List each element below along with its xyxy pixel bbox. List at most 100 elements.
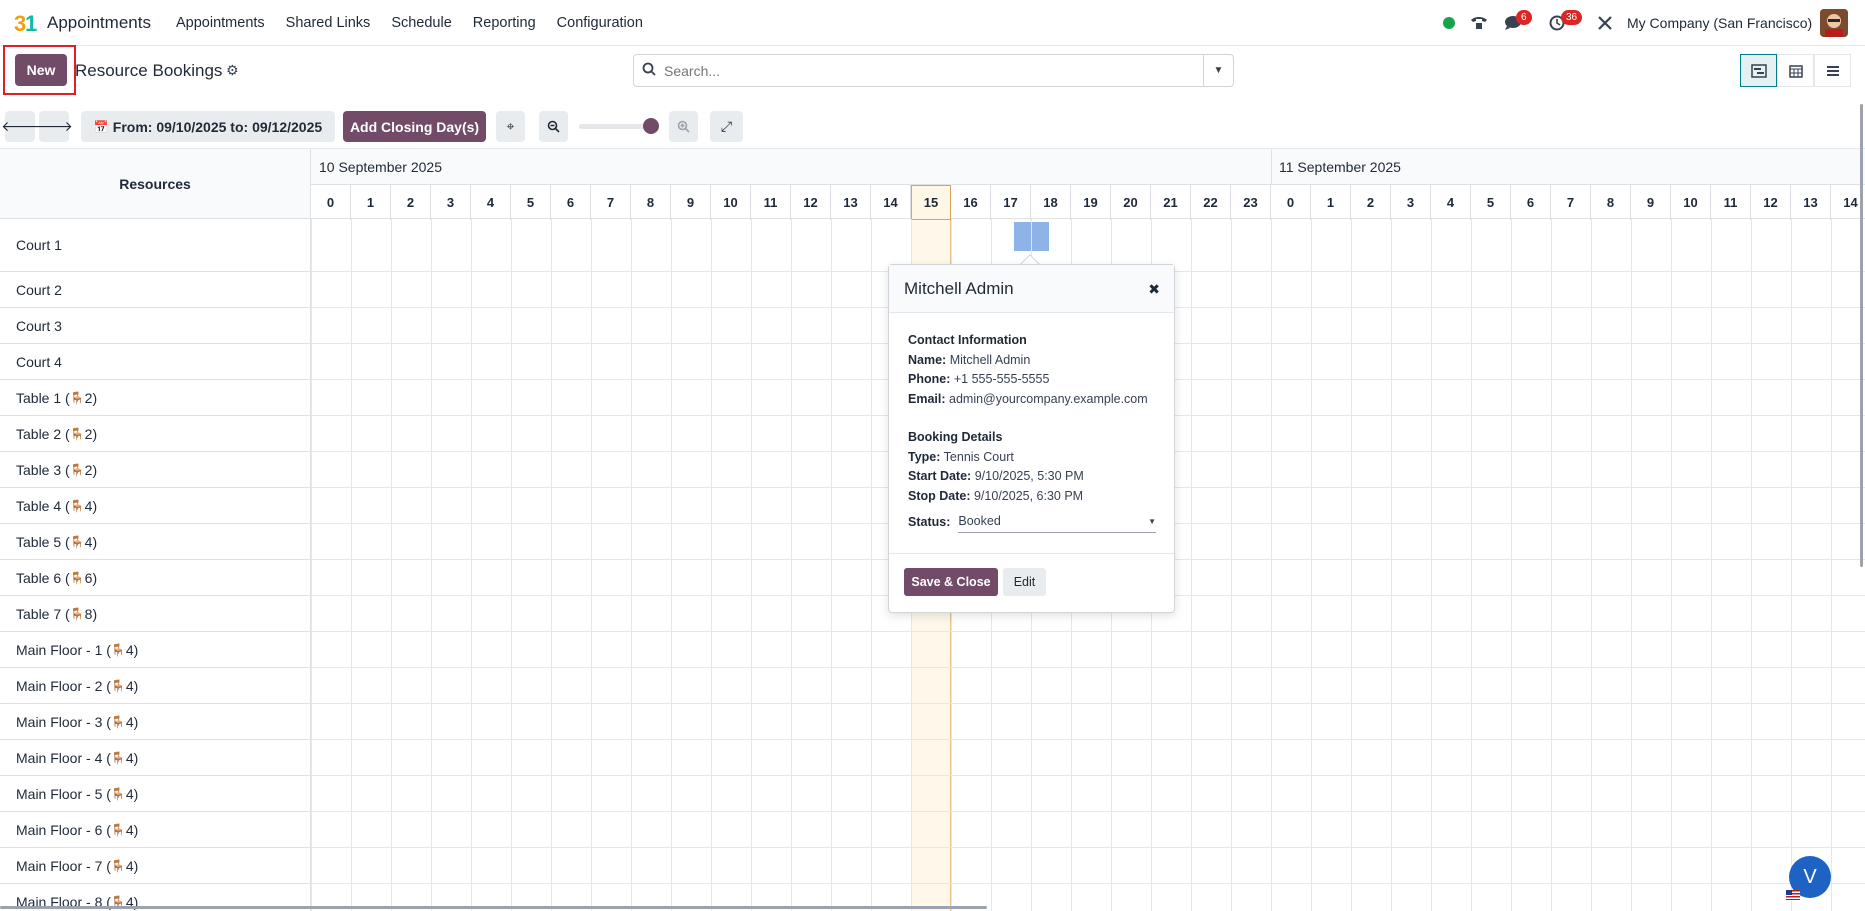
chair-icon: 🪑 <box>110 678 126 693</box>
resource-row-label[interactable]: Main Floor - 5 (🪑 4) <box>0 776 311 812</box>
company-switcher[interactable]: My Company (San Francisco) <box>1627 15 1812 31</box>
search-options-dropdown[interactable]: ▼ <box>1203 55 1233 86</box>
resource-name: Table 5 ( <box>16 533 70 550</box>
view-switcher <box>1740 54 1851 87</box>
list-view-icon[interactable] <box>1814 54 1851 87</box>
menu-configuration[interactable]: Configuration <box>557 15 643 31</box>
resource-row-label[interactable]: Main Floor - 6 (🪑 4) <box>0 812 311 848</box>
resource-row-label[interactable]: Main Floor - 3 (🪑 4) <box>0 704 311 740</box>
resource-row-label[interactable]: Main Floor - 2 (🪑 4) <box>0 668 311 704</box>
new-button[interactable]: New <box>15 54 67 86</box>
grid-column-line <box>1671 219 1672 911</box>
resource-row-label[interactable]: Table 6 (🪑 6) <box>0 560 311 596</box>
hour-cell: 12 <box>791 185 831 220</box>
hour-cell: 9 <box>671 185 711 220</box>
hour-cell: 13 <box>831 185 871 220</box>
hour-cell: 2 <box>391 185 431 220</box>
add-closing-days-button[interactable]: Add Closing Day(s) <box>343 111 486 142</box>
online-status-icon[interactable] <box>1443 17 1455 29</box>
resource-row-label[interactable]: Court 4 <box>0 344 311 380</box>
vertical-scrollbar[interactable] <box>1860 104 1863 567</box>
hour-cell: 5 <box>511 185 551 220</box>
resource-row-label[interactable]: Table 3 (🪑 2) <box>0 452 311 488</box>
grid-column-line <box>1711 219 1712 911</box>
resource-name: Court 1 <box>16 237 62 253</box>
resource-capacity: 4) <box>125 749 139 766</box>
gear-icon[interactable]: ⚙ <box>226 62 239 79</box>
hour-cell: 0 <box>311 185 351 220</box>
gantt-view-icon[interactable] <box>1740 54 1777 87</box>
hour-cell: 10 <box>711 185 751 220</box>
grid-column-line <box>1551 219 1552 911</box>
resource-capacity: 4) <box>125 677 139 694</box>
menu-schedule[interactable]: Schedule <box>391 15 451 31</box>
search-input[interactable] <box>664 62 1203 79</box>
page-title[interactable]: Resource Bookings <box>75 61 222 81</box>
menu-appointments[interactable]: Appointments <box>176 15 265 31</box>
grid-column-line <box>1271 219 1272 911</box>
horizontal-scrollbar[interactable] <box>0 906 987 909</box>
zoom-slider-handle[interactable] <box>643 118 659 134</box>
edit-button[interactable]: Edit <box>1003 568 1046 596</box>
status-value: Booked <box>958 514 1001 528</box>
day-label-1: 10 September 2025 <box>319 159 442 175</box>
hour-cell: 9 <box>1631 185 1671 220</box>
grid-column-line <box>1471 219 1472 911</box>
resource-row-label[interactable]: Court 1 <box>0 219 311 272</box>
date-range-button[interactable]: 📅 From: 09/10/2025 to: 09/12/2025 <box>81 111 335 142</box>
resource-capacity: 4) <box>125 641 139 658</box>
resource-name: Main Floor - 6 ( <box>16 821 111 838</box>
resource-row-label[interactable]: Court 3 <box>0 308 311 344</box>
expand-icon[interactable]: ⤢ <box>710 111 743 142</box>
grid-column-line <box>391 219 392 911</box>
resource-row-label[interactable]: Main Floor - 1 (🪑 4) <box>0 632 311 668</box>
appointments-logo-icon[interactable]: 3 1 <box>14 10 44 36</box>
hour-cell: 23 <box>1231 185 1271 220</box>
hour-cell: 20 <box>1111 185 1151 220</box>
resource-name: Court 2 <box>16 281 62 298</box>
resource-row-label[interactable]: Table 7 (🪑 8) <box>0 596 311 632</box>
close-icon[interactable]: ✖ <box>1148 281 1160 298</box>
resource-row-label[interactable]: Main Floor - 7 (🪑 4) <box>0 848 311 884</box>
calendar-view-icon[interactable] <box>1777 54 1814 87</box>
grid-column-line <box>1631 219 1632 911</box>
resource-row-label[interactable]: Court 2 <box>0 272 311 308</box>
hour-cell: 14 <box>871 185 911 220</box>
status-row: Status: Booked ▼ <box>908 512 1156 533</box>
debug-tools-icon[interactable] <box>1594 12 1616 34</box>
grid-column-line <box>1511 219 1512 911</box>
resource-name: Table 6 ( <box>16 569 70 586</box>
resource-row-label[interactable]: Table 1 (🪑 2) <box>0 380 311 416</box>
resource-capacity: 4) <box>84 533 98 550</box>
hour-cell: 7 <box>1551 185 1591 220</box>
grid-column-line <box>1391 219 1392 911</box>
menu-shared-links[interactable]: Shared Links <box>286 15 371 31</box>
save-close-button[interactable]: Save & Close <box>904 568 998 596</box>
phone-icon[interactable] <box>1468 12 1490 34</box>
next-arrow-icon[interactable]: 🡒 <box>35 111 73 142</box>
chair-icon: 🪑 <box>110 858 126 873</box>
grid-column-line <box>671 219 672 911</box>
resource-row-label[interactable]: Table 2 (🪑 2) <box>0 416 311 452</box>
status-select[interactable]: Booked ▼ <box>958 512 1156 533</box>
resource-row-label[interactable]: Table 4 (🪑 4) <box>0 488 311 524</box>
app-name[interactable]: Appointments <box>47 13 151 33</box>
resource-row-label[interactable]: Table 5 (🪑 4) <box>0 524 311 560</box>
us-flag-icon <box>1786 890 1800 900</box>
chair-icon: 🪑 <box>110 786 126 801</box>
grid-column-line <box>1431 219 1432 911</box>
resource-capacity: 4) <box>125 857 139 874</box>
day-separator <box>1271 149 1272 184</box>
menu-reporting[interactable]: Reporting <box>473 15 536 31</box>
user-avatar[interactable] <box>1820 9 1848 37</box>
focus-crosshair-icon[interactable]: ⌖ <box>496 111 525 142</box>
grid-column-line <box>1791 219 1792 911</box>
zoom-out-icon[interactable] <box>539 111 568 142</box>
hour-cell: 6 <box>1511 185 1551 220</box>
resource-row-label[interactable]: Main Floor - 4 (🪑 4) <box>0 740 311 776</box>
grid-column-line <box>351 219 352 911</box>
previous-arrow-icon[interactable]: 🡐 <box>1 111 39 142</box>
zoom-in-icon[interactable] <box>669 111 698 142</box>
booking-stop-line: Stop Date: 9/10/2025, 6:30 PM <box>908 488 1084 503</box>
hour-cell: 0 <box>1271 185 1311 220</box>
